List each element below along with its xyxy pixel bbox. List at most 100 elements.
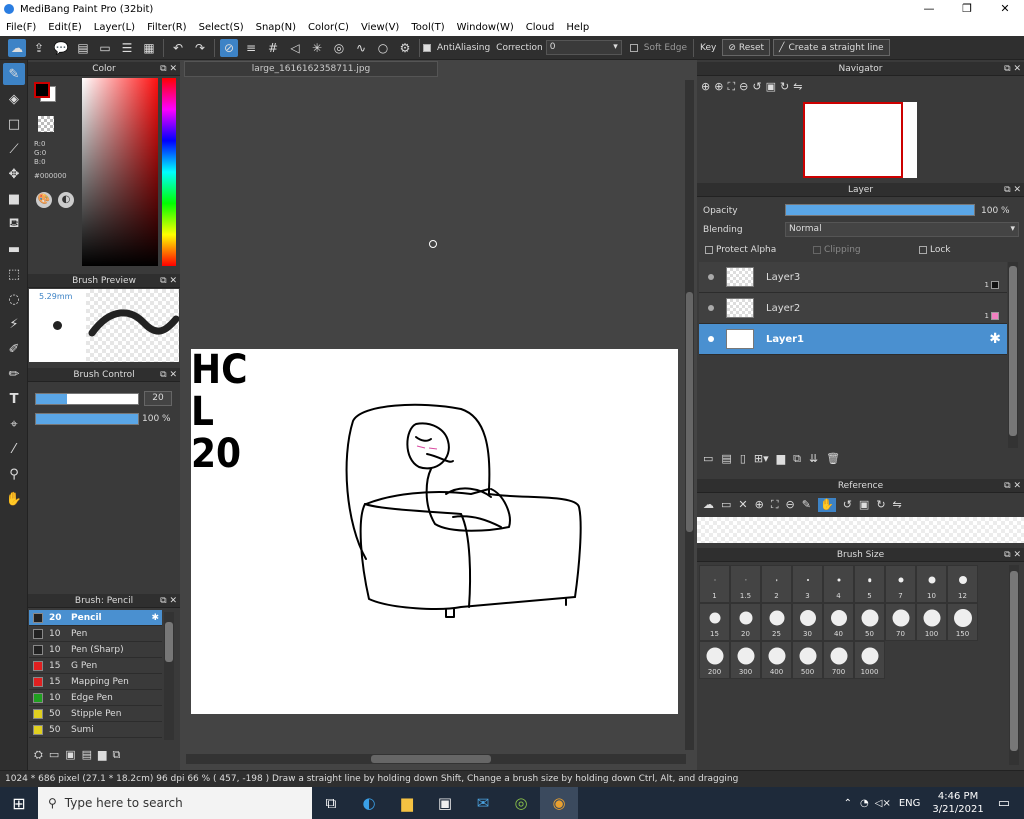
taskbar-search[interactable]: ⚲ Type here to search	[38, 787, 312, 819]
protect-alpha-checkbox[interactable]	[705, 246, 713, 254]
brush-size-option[interactable]: 1.5	[730, 565, 761, 603]
brush-size-option[interactable]: 500	[792, 641, 823, 679]
mail-icon[interactable]: ✉	[464, 787, 502, 819]
brush-size-option[interactable]: 200	[699, 641, 730, 679]
select-eraser-tool-icon[interactable]: ✏	[3, 363, 25, 385]
maximize-button[interactable]: ❐	[948, 0, 986, 18]
cloud-brush-icon[interactable]: ⛭	[34, 748, 43, 762]
brush-size-option[interactable]: 4	[823, 565, 854, 603]
brush-size-option[interactable]: 100	[916, 603, 947, 641]
select-tool-icon[interactable]: ⬚	[3, 263, 25, 285]
wifi-icon[interactable]: ◔	[860, 798, 869, 809]
saturation-value-picker[interactable]	[82, 78, 158, 266]
rotate-right-icon[interactable]: ↻	[780, 80, 789, 94]
eyedropper-tool-icon[interactable]: ⚲	[3, 463, 25, 485]
antialiasing-checkbox[interactable]	[423, 43, 431, 52]
rotate-left-icon[interactable]: ↺	[752, 80, 761, 94]
brush-size-option[interactable]: 1000	[854, 641, 885, 679]
vanishing-point-icon[interactable]: ✳	[308, 39, 326, 57]
curve-snap-icon[interactable]: ∿	[352, 39, 370, 57]
clipping-checkbox[interactable]	[813, 246, 821, 254]
snap-settings-icon[interactable]: ⚙	[396, 39, 414, 57]
menu-cloud[interactable]: Cloud	[526, 22, 555, 33]
operation-tool-icon[interactable]: ⌖	[3, 413, 25, 435]
gradient-tool-icon[interactable]: ▬	[3, 238, 25, 260]
new-8bit-layer-icon[interactable]: ▯	[740, 452, 746, 466]
scrollbar-thumb[interactable]	[1009, 266, 1017, 436]
brush-size-scrollbar[interactable]	[1009, 565, 1019, 765]
fit-icon[interactable]: ⛶	[771, 498, 779, 512]
radial-snap-icon[interactable]: ◁	[286, 39, 304, 57]
undo-icon[interactable]: ↶	[169, 39, 187, 57]
brush-size-option[interactable]: 1	[699, 565, 730, 603]
scrollbar-thumb[interactable]	[686, 292, 693, 532]
eyedropper-icon[interactable]: ✎	[802, 498, 811, 512]
rectangle-tool-icon[interactable]: □	[3, 113, 25, 135]
select-pen-tool-icon[interactable]: ✐	[3, 338, 25, 360]
menu-snap[interactable]: Snap(N)	[256, 22, 296, 33]
reset-button[interactable]: ⊘ Reset	[722, 39, 771, 56]
clock[interactable]: 4:46 PM 3/21/2021	[932, 790, 983, 816]
brush-size-option[interactable]: 30	[792, 603, 823, 641]
add-brush-icon[interactable]: ▣	[65, 748, 75, 762]
brush-size-option[interactable]: 25	[761, 603, 792, 641]
duplicate-icon[interactable]: ⧉	[113, 748, 121, 762]
fit-icon[interactable]: ⛶	[727, 80, 735, 94]
menu-help[interactable]: Help	[566, 22, 589, 33]
zoom-out-icon[interactable]: ⊖	[739, 80, 748, 94]
windows-start-icon[interactable]: ⊞	[0, 787, 38, 819]
new-halftone-layer-icon[interactable]: ▤	[721, 452, 731, 466]
primary-color-swatch[interactable]	[34, 82, 50, 98]
redo-icon[interactable]: ↷	[191, 39, 209, 57]
brush-size-option[interactable]: 400	[761, 641, 792, 679]
menu-window[interactable]: Window(W)	[457, 22, 514, 33]
new-brush-icon[interactable]: ▭	[49, 748, 59, 762]
hand-icon[interactable]: ✋	[817, 498, 836, 512]
brush-size-input[interactable]: 20	[144, 391, 172, 406]
lock-checkbox[interactable]	[919, 246, 927, 254]
gear-icon[interactable]: ✱	[989, 331, 1001, 347]
menu-file[interactable]: File(F)	[6, 22, 36, 33]
brush-item-g-pen[interactable]: 15 G Pen	[29, 658, 162, 674]
panel-controls-icon[interactable]: ⧉ ✕	[160, 594, 177, 608]
layer-scrollbar[interactable]	[1008, 262, 1018, 448]
gear-icon[interactable]: ✱	[151, 613, 159, 623]
chrome-icon[interactable]: ◉	[540, 787, 578, 819]
text-tool-icon[interactable]: T	[3, 388, 25, 410]
palette-icon[interactable]: 🎨	[36, 192, 52, 208]
circle-snap-icon[interactable]: ○	[374, 39, 392, 57]
panel-controls-icon[interactable]: ⧉ ✕	[160, 368, 177, 382]
zoom-in-icon[interactable]: ⊕	[755, 498, 764, 512]
parallel-snap-icon[interactable]: ≡	[242, 39, 260, 57]
brush-item-pen-sharp[interactable]: 10 Pen (Sharp)	[29, 642, 162, 658]
volume-icon[interactable]: ◁×	[875, 798, 891, 809]
canvas-horizontal-scrollbar[interactable]	[186, 754, 686, 764]
visibility-icon[interactable]	[708, 305, 714, 311]
speech-bubble-icon[interactable]: 💬	[52, 39, 70, 57]
navigator-thumbnail[interactable]	[803, 102, 917, 178]
magic-wand-tool-icon[interactable]: ⚡	[3, 313, 25, 335]
folder-icon[interactable]: ▆	[98, 748, 106, 762]
visibility-icon[interactable]	[708, 274, 714, 280]
brush-size-option[interactable]: 12	[947, 565, 978, 603]
language-indicator[interactable]: ENG	[899, 798, 921, 809]
brush-list-scrollbar[interactable]	[164, 612, 174, 740]
panel-controls-icon[interactable]: ⧉ ✕	[160, 62, 177, 76]
hue-slider[interactable]	[162, 78, 176, 266]
drawing-canvas[interactable]: HC L 20	[191, 349, 678, 714]
notification-icon[interactable]: ▭	[998, 796, 1010, 811]
menu-filter[interactable]: Filter(R)	[147, 22, 187, 33]
eraser-tool-icon[interactable]: ◈	[3, 88, 25, 110]
rotate-right-icon[interactable]: ↻	[876, 498, 885, 512]
task-view-icon[interactable]: ⧉	[312, 787, 350, 819]
layer-opacity-slider[interactable]	[785, 204, 975, 216]
brush-item-pencil[interactable]: 20 Pencil ✱	[29, 610, 162, 626]
hand-tool-icon[interactable]: ✋	[3, 488, 25, 510]
brush-size-option[interactable]: 3	[792, 565, 823, 603]
list-icon[interactable]: ☰	[118, 39, 136, 57]
brush-size-option[interactable]: 150	[947, 603, 978, 641]
brush-size-option[interactable]: 7	[885, 565, 916, 603]
brush-settings-icon[interactable]: ▤	[82, 748, 92, 762]
soft-edge-checkbox[interactable]	[629, 43, 638, 52]
brush-item-sumi[interactable]: 50 Sumi	[29, 722, 162, 738]
